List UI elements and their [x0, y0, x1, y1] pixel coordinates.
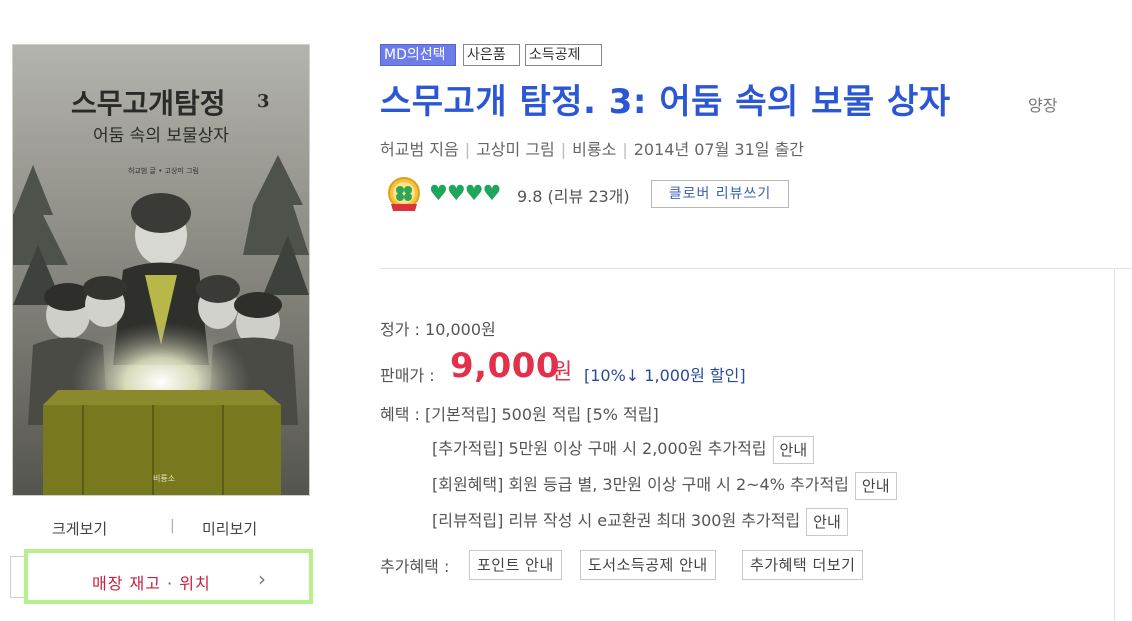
product-meta: 허교범 지음 | 고상미 그림 | 비룡소 | 2014년 07월 31일 출간: [380, 136, 804, 160]
list-price-row: 정가 : 10,000원: [380, 316, 496, 340]
book-cover-image[interactable]: 스무고개탐정 3 어둠 속의 보물상자 허교범 글 • 고상미 그림 비룡소: [12, 44, 310, 496]
chevron-right-icon: ›: [258, 567, 266, 591]
sale-price-label: 판매가 :: [380, 366, 435, 385]
tax-deduction-badge[interactable]: 소득공제: [525, 44, 602, 66]
score-value: 9.8: [517, 187, 543, 206]
zoom-link[interactable]: 크게보기: [52, 518, 107, 539]
binding-type: 양장: [1028, 96, 1058, 115]
sale-price-value: 9,000: [450, 346, 561, 386]
guide-button[interactable]: 안내: [854, 471, 897, 500]
guide-button[interactable]: 안내: [772, 435, 815, 464]
cover-number: 3: [257, 91, 270, 112]
cover-view-links: 크게보기 | 미리보기: [12, 518, 310, 540]
benefit-member: [회원혜택] 회원 등급 별, 3만원 이상 구매 시 2~4% 추가적립: [432, 475, 849, 494]
point-guide-button[interactable]: 포인트 안내: [469, 550, 562, 580]
extra-benefits-label: 추가혜택 :: [380, 557, 450, 576]
heart-rating-icons: ♥♥♥♥: [429, 181, 501, 205]
benefit-member-row: [회원혜택] 회원 등급 별, 3만원 이상 구매 시 2~4% 추가적립 안내: [432, 471, 897, 500]
meta-separator: |: [622, 140, 628, 159]
illustrator-link[interactable]: 고상미 그림: [476, 140, 555, 159]
section-divider: [380, 268, 1132, 269]
benefit-label: 혜택 :: [380, 405, 420, 424]
meta-separator: |: [464, 140, 471, 159]
clover-medal-icon: [388, 177, 420, 211]
publisher-link[interactable]: 비룡소: [572, 140, 616, 159]
benefit-additional-row: [추가적립] 5만원 이상 구매 시 2,000원 추가적립 안내: [432, 435, 815, 464]
store-stock-location-button[interactable]: 매장 재고 · 위치 ›: [24, 549, 313, 604]
cover-credits: 허교범 글 • 고상미 그림: [128, 166, 199, 175]
benefit-review: [리뷰적립] 리뷰 작성 시 e교환권 최대 300원 추가적립: [432, 511, 801, 530]
gift-badge[interactable]: 사은품: [463, 44, 520, 66]
cover-title: 스무고개탐정: [71, 87, 226, 120]
separator: |: [170, 518, 175, 534]
benefit-row: 혜택 : [기본적립] 500원 적립 [5% 적립]: [380, 401, 659, 425]
product-title: 스무고개 탐정. 3: 어둠 속의 보물 상자: [380, 82, 951, 122]
benefit-review-row: [리뷰적립] 리뷰 작성 시 e교환권 최대 300원 추가적립 안내: [432, 507, 848, 536]
more-benefits-button[interactable]: 추가혜택 더보기: [742, 550, 864, 580]
publish-date: 2014년 07월 31일 출간: [633, 140, 805, 159]
meta-separator: |: [560, 140, 567, 159]
preview-link[interactable]: 미리보기: [202, 518, 257, 539]
discount-info: [10%↓ 1,000원 할인]: [584, 366, 746, 385]
list-price-label: 정가 :: [380, 320, 420, 339]
author-link[interactable]: 허교범 지음: [380, 140, 459, 159]
vertical-divider: [1114, 268, 1115, 621]
store-button-label: 매장 재고 · 위치: [92, 574, 211, 593]
write-review-button[interactable]: 클로버 리뷰쓰기: [651, 180, 789, 208]
rating-score: 9.8 (리뷰 23개): [517, 183, 630, 207]
cover-publisher: 비룡소: [153, 474, 175, 483]
benefit-basic: [기본적립] 500원 적립 [5% 적립]: [425, 405, 659, 424]
cover-subtitle: 어둠 속의 보물상자: [93, 126, 229, 146]
list-price-value: 10,000원: [425, 320, 496, 339]
benefit-additional: [추가적립] 5만원 이상 구매 시 2,000원 추가적립: [432, 439, 767, 458]
book-tax-deduction-guide-button[interactable]: 도서소득공제 안내: [580, 550, 716, 580]
review-count[interactable]: (리뷰 23개): [548, 187, 630, 206]
sale-price-unit: 원: [552, 360, 573, 385]
guide-button[interactable]: 안내: [806, 507, 848, 536]
md-pick-badge[interactable]: MD의선택: [380, 44, 456, 66]
